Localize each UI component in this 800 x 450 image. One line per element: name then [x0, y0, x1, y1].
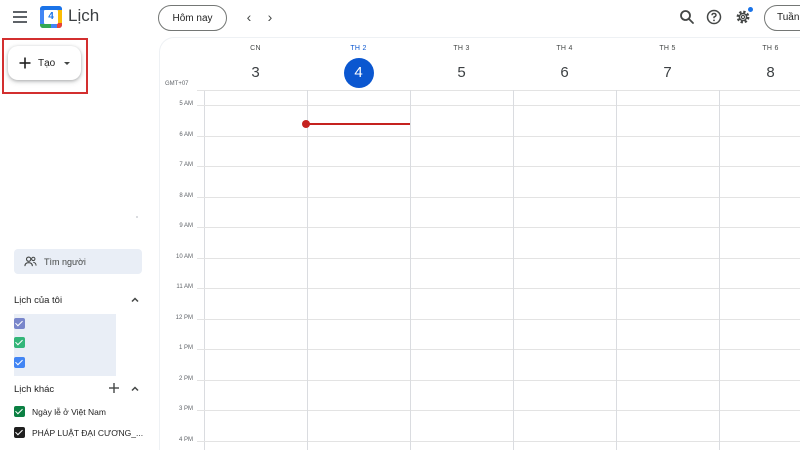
day-name: TH 6 [762, 45, 779, 52]
calendar-label: Ngày lễ ở Việt Nam [32, 406, 106, 417]
calendar-checkbox[interactable] [14, 427, 25, 438]
plus-icon [19, 57, 31, 69]
people-icon [24, 256, 37, 267]
day-name: TH 4 [556, 45, 573, 52]
day-name: CN [250, 45, 261, 52]
day-header[interactable]: TH 3 5 [410, 38, 513, 90]
hour-label: 3 PM [178, 406, 193, 412]
hour-gridline [197, 258, 800, 259]
day-name: TH 2 [350, 45, 367, 52]
hour-label: 10 AM [175, 254, 193, 260]
settings-notification-dot [748, 7, 753, 12]
today-button[interactable]: Hôm nay [158, 5, 227, 31]
chevron-right-icon: › [267, 9, 273, 25]
today-date[interactable]: 4 [343, 58, 374, 88]
top-app-bar: 4 Lịch Hôm nay ‹ › Tuần [0, 0, 800, 36]
hour-label: 1 PM [178, 345, 193, 351]
day-date[interactable]: 3 [241, 58, 271, 88]
day-header[interactable]: TH 6 8 [719, 38, 800, 90]
my-calendar-item[interactable] [14, 318, 32, 329]
hour-gridline [197, 136, 800, 137]
day-column-divider [410, 90, 411, 450]
view-switcher-button[interactable]: Tuần [764, 5, 800, 31]
day-date[interactable]: 6 [550, 58, 580, 88]
current-time-line [307, 123, 410, 125]
hour-gridline [197, 227, 800, 228]
hour-gridline [197, 380, 800, 381]
day-date[interactable]: 5 [447, 58, 477, 88]
calendar-checkbox[interactable] [14, 357, 25, 368]
next-week-button[interactable]: › [261, 8, 279, 26]
chevron-up-icon[interactable] [130, 295, 140, 305]
chevron-up-icon[interactable] [130, 384, 140, 394]
day-header[interactable]: TH 5 7 [616, 38, 719, 90]
day-header[interactable]: TH 2 4 [307, 38, 410, 90]
calendar-checkbox[interactable] [14, 337, 25, 348]
time-gutter-divider [204, 90, 205, 450]
day-name: TH 5 [659, 45, 676, 52]
day-header[interactable]: TH 4 6 [513, 38, 616, 90]
week-grid: CN 3 TH 2 4 TH 3 5 TH 4 6 TH 5 7 TH 6 8 GMT+07 5 AM… [160, 38, 800, 450]
main-menu-button[interactable] [10, 8, 30, 26]
previous-week-button[interactable]: ‹ [240, 8, 258, 26]
help-icon[interactable] [705, 8, 723, 26]
logo-day-number: 4 [44, 10, 58, 24]
people-search-field[interactable]: Tìm người [14, 249, 142, 274]
sidebar-scroll-marker [136, 216, 138, 218]
other-calendar-item[interactable]: Ngày lễ ở Việt Nam [14, 406, 106, 417]
other-calendars-title[interactable]: Lịch khác [14, 384, 54, 395]
timezone-label: GMT+07 [165, 81, 189, 87]
calendar-checkbox[interactable] [14, 318, 25, 329]
hour-gridline [197, 166, 800, 167]
menu-icon [13, 11, 27, 13]
calendar-checkbox[interactable] [14, 406, 25, 417]
day-column-divider [513, 90, 514, 450]
hour-gridline [197, 441, 800, 442]
hour-label: 2 PM [178, 376, 193, 382]
hour-label: 4 PM [178, 437, 193, 443]
hour-label: 5 AM [179, 101, 193, 107]
current-time-dot [302, 120, 310, 128]
my-calendar-item[interactable] [14, 357, 32, 368]
hour-gridline [197, 410, 800, 411]
my-calendars-title[interactable]: Lịch của tôi [14, 295, 62, 306]
hour-label: 12 PM [175, 315, 193, 321]
people-search-placeholder: Tìm người [44, 256, 86, 267]
hour-label: 11 AM [176, 284, 193, 290]
create-button[interactable]: Tạo [8, 46, 81, 80]
hour-label: 7 AM [179, 162, 193, 168]
calendar-label: PHÁP LUẬT ĐẠI CƯƠNG_... [32, 427, 144, 438]
hour-gridline [197, 197, 800, 198]
day-date[interactable]: 8 [756, 58, 786, 88]
other-calendar-item[interactable]: PHÁP LUẬT ĐẠI CƯƠNG_... [14, 427, 143, 438]
caret-down-icon [64, 61, 71, 65]
hour-label: 9 AM [179, 223, 193, 229]
day-column-divider [616, 90, 617, 450]
chevron-left-icon: ‹ [246, 9, 252, 25]
hour-label: 6 AM [179, 132, 193, 138]
app-title: Lịch [68, 6, 100, 25]
add-calendar-icon[interactable] [108, 382, 120, 394]
my-calendar-item[interactable] [14, 337, 32, 348]
hour-gridline [197, 349, 800, 350]
day-name: TH 3 [453, 45, 470, 52]
hour-gridline [197, 105, 800, 106]
day-header[interactable]: CN 3 [204, 38, 307, 90]
hour-gridline [197, 288, 800, 289]
search-icon[interactable] [678, 8, 696, 26]
calendar-logo: 4 [40, 6, 62, 28]
create-button-label: Tạo [38, 57, 56, 69]
hour-gridline [197, 90, 800, 91]
day-column-divider [719, 90, 720, 450]
hour-gridline [197, 319, 800, 320]
day-date[interactable]: 7 [653, 58, 683, 88]
day-column-divider [307, 90, 308, 450]
hour-label: 8 AM [179, 193, 193, 199]
